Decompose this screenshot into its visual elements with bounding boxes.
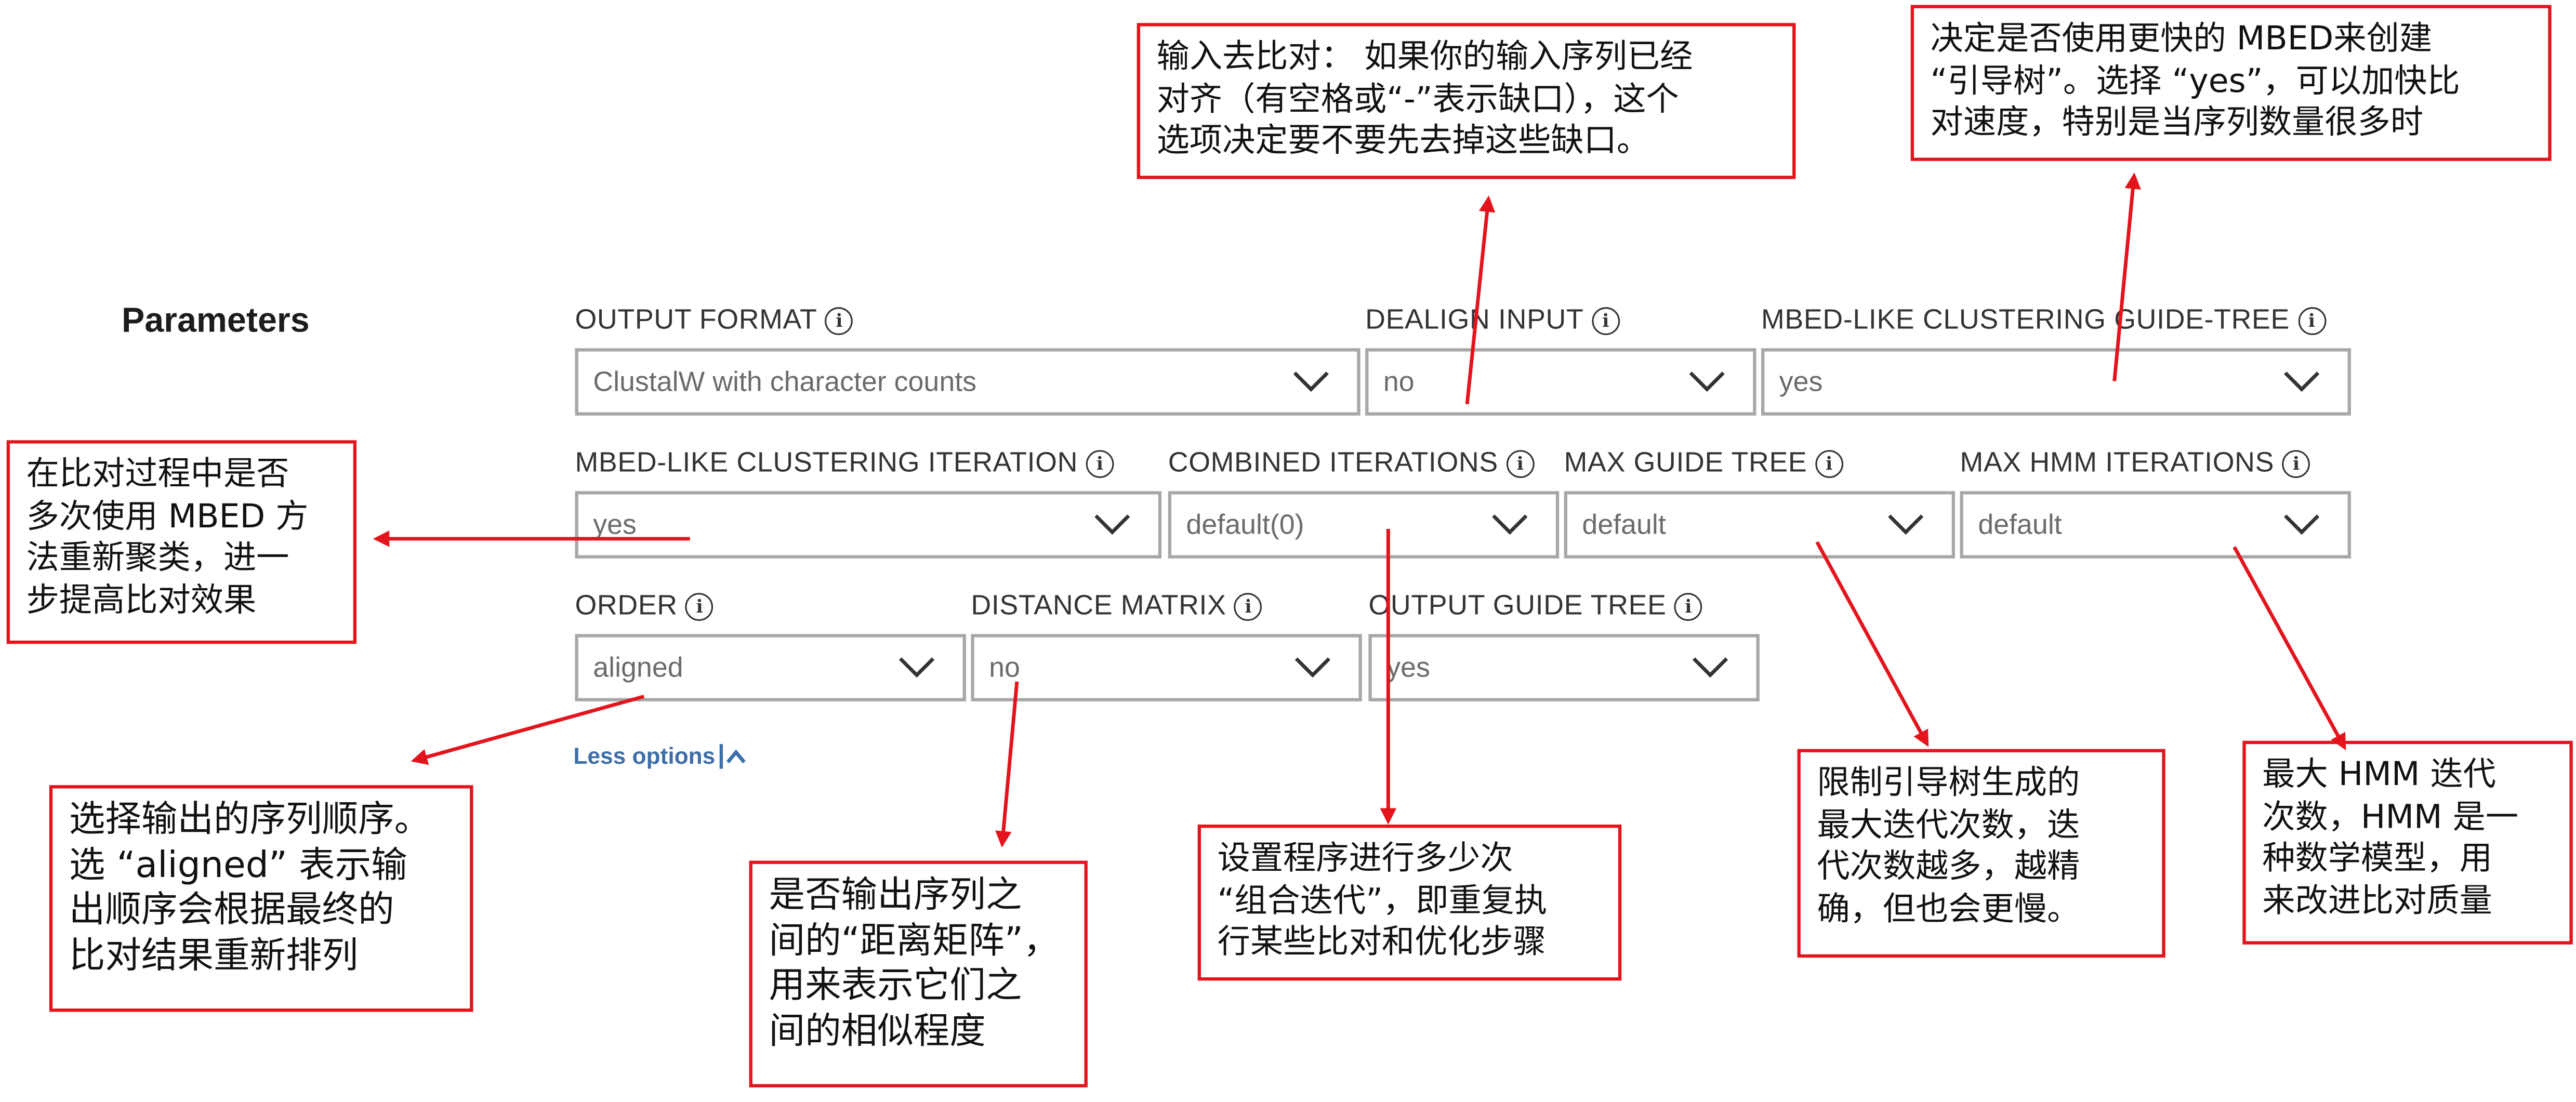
annotation-arrows [373,172,2346,848]
arrow-max-guide-tree [1815,541,1929,747]
arrow-mbed-guide-tree [2112,172,2141,381]
arrow-dealign [1465,195,1496,405]
parameters-panel: Parameters OUTPUT FORMAT i ClustalW with… [0,0,2576,1102]
arrow-order [411,695,645,765]
arrow-distance-matrix [995,681,1019,848]
arrow-max-hmm-iterations [2232,546,2346,750]
